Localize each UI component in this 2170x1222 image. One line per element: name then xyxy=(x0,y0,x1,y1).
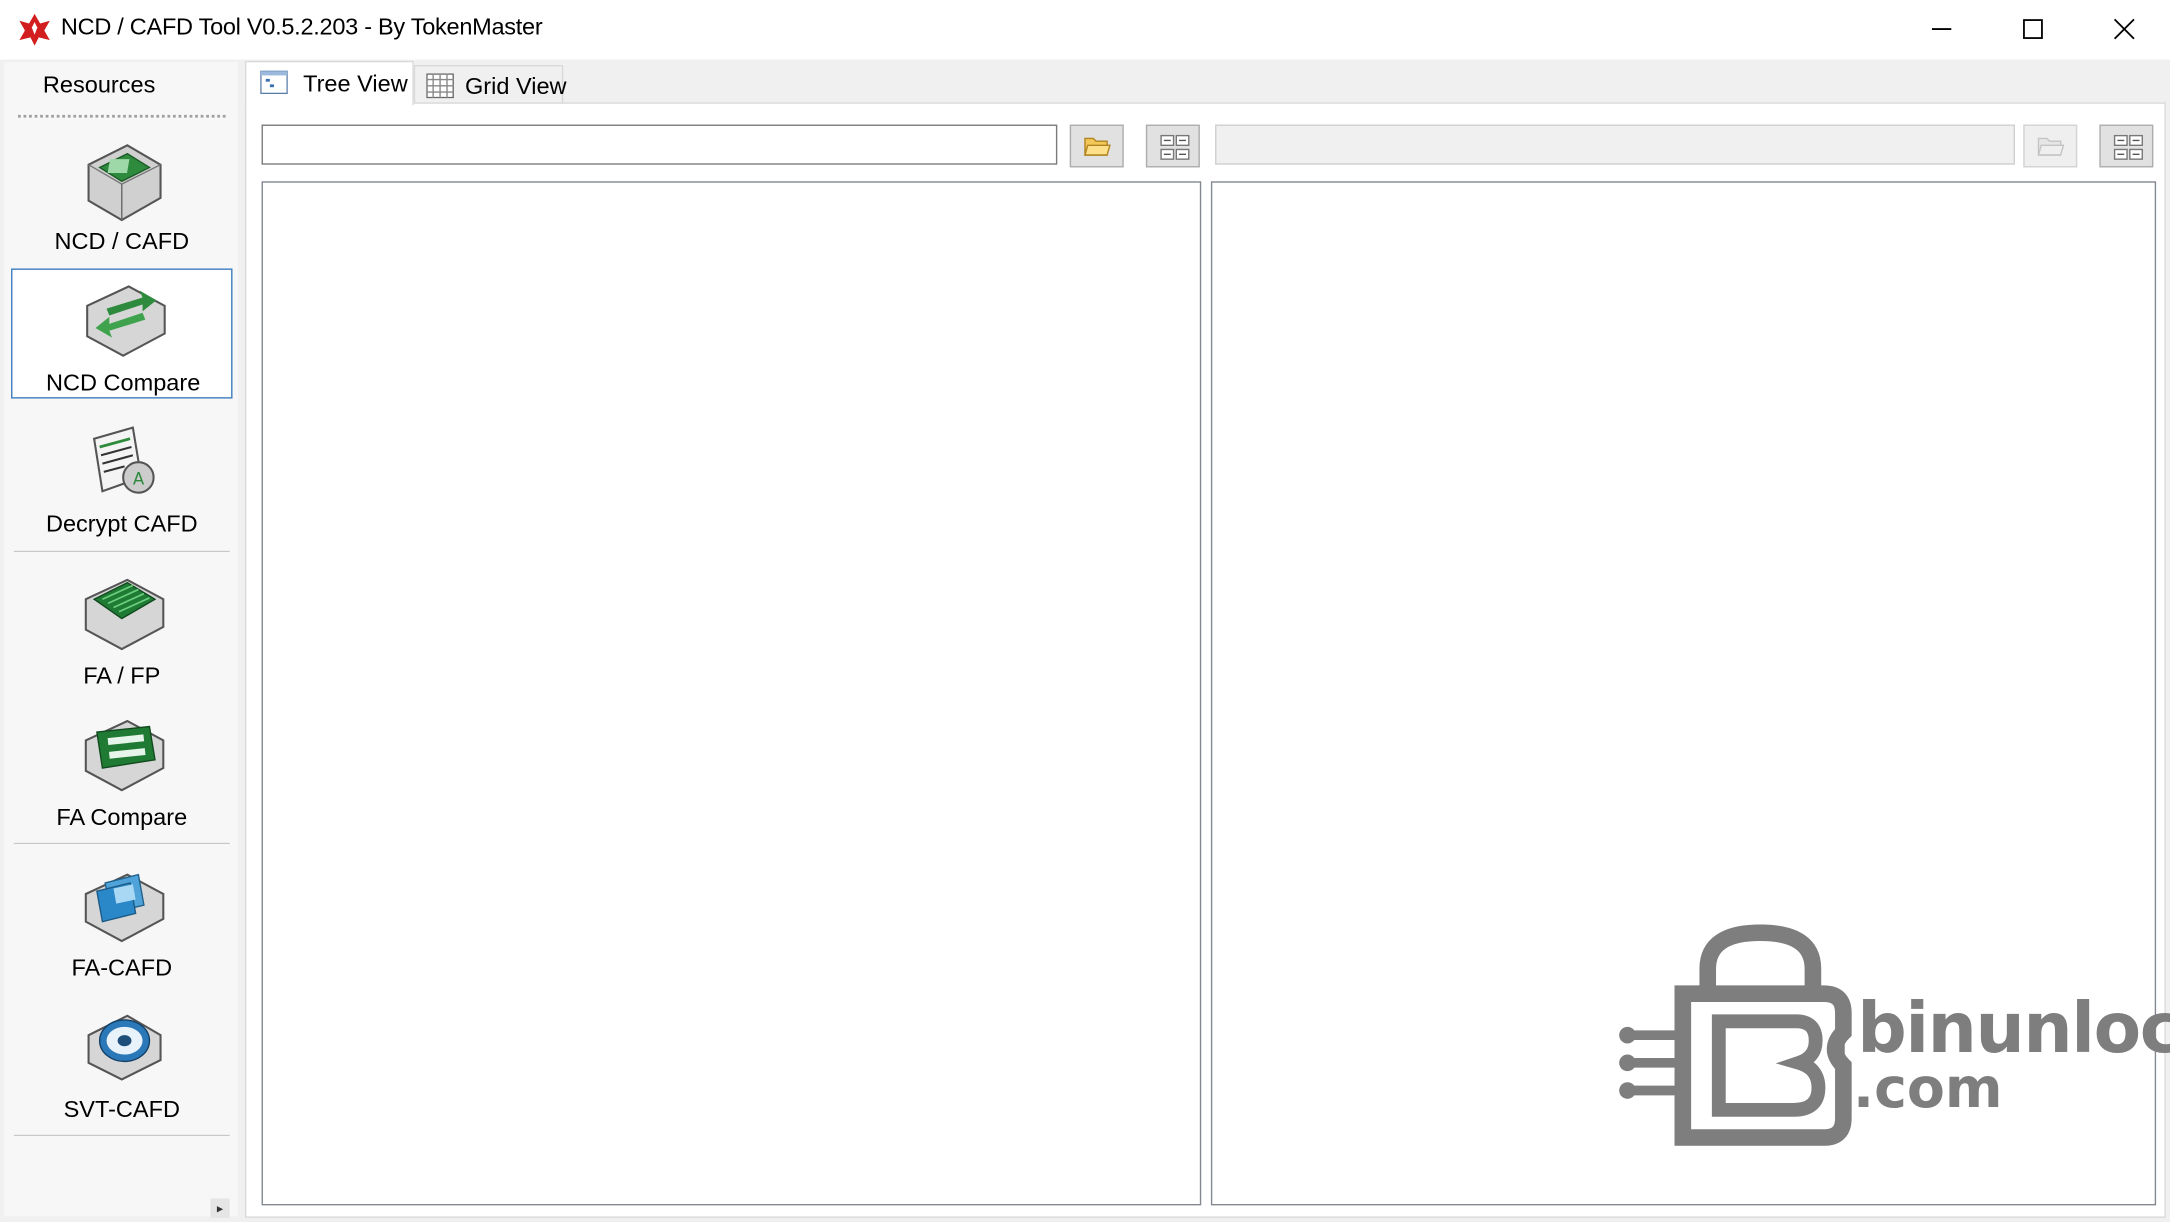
maximize-button[interactable] xyxy=(1987,0,2078,60)
app-logo-icon xyxy=(19,13,50,46)
chip-icon xyxy=(87,144,162,222)
sidebar-item-decrypt-cafd[interactable]: A Decrypt CAFD xyxy=(11,414,232,544)
sidebar-item-fa-compare[interactable]: FA Compare xyxy=(11,704,232,834)
maximize-icon xyxy=(2023,19,2043,39)
left-open-file-button[interactable] xyxy=(1069,124,1124,168)
compare-list-icon xyxy=(2113,134,2143,160)
sidebar-item-label: FA-CAFD xyxy=(71,954,173,982)
sidebar-item-label: NCD Compare xyxy=(46,369,201,396)
left-ncd-path-input[interactable] xyxy=(261,124,1058,165)
compare-arrows-icon xyxy=(86,285,166,357)
grid-icon xyxy=(426,73,454,99)
left-compare-button[interactable] xyxy=(1145,124,1200,168)
open-folder-icon xyxy=(1084,137,1111,156)
close-icon xyxy=(2113,18,2135,40)
compare-list-icon xyxy=(84,719,165,792)
window-title: NCD / CAFD Tool V0.5.2.203 - By TokenMas… xyxy=(60,13,543,41)
sidebar-item-label: SVT-CAFD xyxy=(63,1096,180,1123)
sidebar-separator xyxy=(13,842,230,846)
disc-icon xyxy=(87,1014,162,1081)
tab-label: Tree View xyxy=(303,70,408,97)
close-button[interactable] xyxy=(2079,0,2170,60)
sidebar-item-ncd-cafd[interactable]: NCD / CAFD xyxy=(11,131,232,261)
tree-view-icon xyxy=(260,70,288,95)
right-open-file-button[interactable] xyxy=(2023,124,2078,168)
watermark-domain: .com xyxy=(1853,1057,2003,1121)
right-compare-button[interactable] xyxy=(2099,124,2154,168)
left-tree-pane[interactable] xyxy=(261,181,1202,1206)
sidebar-item-label: Decrypt CAFD xyxy=(45,510,198,537)
sidebar-item-label: NCD / CAFD xyxy=(54,228,190,255)
minimize-icon xyxy=(1931,28,1952,30)
green-board-icon xyxy=(84,578,165,651)
sidebar-separator xyxy=(13,550,230,554)
svg-text:A: A xyxy=(133,469,145,488)
sidebar-item-ncd-compare[interactable]: NCD Compare xyxy=(11,268,233,399)
padlock-b-icon xyxy=(1619,924,1852,1146)
sidebar-item-fa-cafd[interactable]: FA-CAFD xyxy=(11,855,232,985)
folders-icon xyxy=(84,873,165,943)
watermark-logo: binunlock .com xyxy=(1616,924,2170,1146)
right-ncd-path-input[interactable] xyxy=(1215,124,2015,165)
compare-list-icon xyxy=(1160,134,1190,160)
sidebar-separator xyxy=(13,1134,230,1138)
tab-grid-view[interactable]: Grid View xyxy=(413,65,567,104)
minimize-button[interactable] xyxy=(1896,0,1987,60)
decrypt-document-icon: A xyxy=(92,426,155,494)
open-folder-icon xyxy=(2037,137,2065,156)
sidebar-item-svt-cafd[interactable]: SVT-CAFD xyxy=(11,996,232,1126)
tab-tree-view[interactable]: Tree View xyxy=(244,60,414,106)
resources-header: Resources xyxy=(42,71,156,99)
header-divider xyxy=(17,114,226,118)
resources-sidebar: Resources NCD / CAFD NCD Compare A Decry… xyxy=(0,59,244,1222)
sidebar-item-label: FA Compare xyxy=(56,804,188,831)
sidebar-item-label: FA / FP xyxy=(83,662,161,690)
title-bar[interactable]: NCD / CAFD Tool V0.5.2.203 - By TokenMas… xyxy=(0,0,2170,60)
tab-label: Grid View xyxy=(464,73,567,100)
sidebar-expand-arrow[interactable]: ▸ xyxy=(210,1198,230,1218)
sidebar-item-fa-fp[interactable]: FA / FP xyxy=(11,563,232,693)
